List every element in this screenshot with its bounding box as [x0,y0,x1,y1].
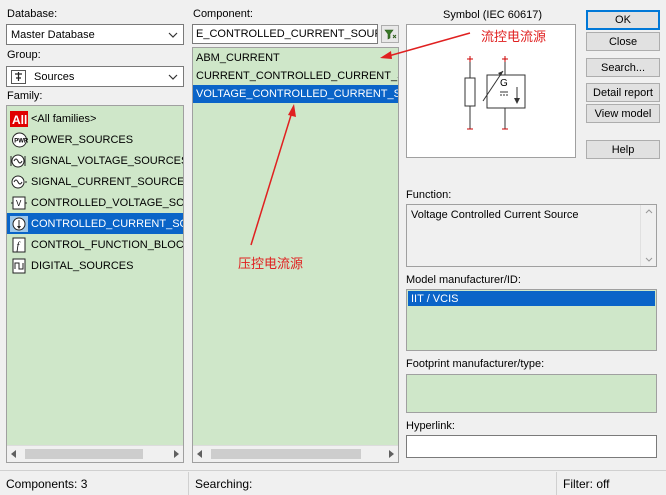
symbol-label: Symbol (IEC 60617) [443,9,543,21]
component-hscrollbar[interactable] [193,445,398,462]
family-item-label: SIGNAL_CURRENT_SOURCES [31,175,183,188]
all-families-icon: All [10,110,28,127]
status-searching: Searching: [195,476,253,491]
group-select[interactable]: Sources [6,66,184,87]
filter-icon [383,29,397,40]
footprint-label: Footprint manufacturer/type: [406,358,545,370]
status-filter: Filter: off [563,476,610,491]
scroll-right-icon [174,450,179,458]
model-label: Model manufacturer/ID: [406,274,521,286]
family-item[interactable]: PWR POWER_SOURCES [7,129,183,150]
function-value: Voltage Controlled Current Source [411,209,579,221]
scroll-left-icon [197,450,202,458]
function-box: Voltage Controlled Current Source [406,204,657,267]
view-model-button[interactable]: View model [586,104,660,123]
family-hscrollbar[interactable] [7,445,183,462]
controlled-current-icon [10,215,28,232]
chevron-down-icon [167,29,179,41]
family-item-label: CONTROL_FUNCTION_BLOCKS [31,238,183,251]
family-label: Family: [7,90,43,102]
family-item[interactable]: SIGNAL_CURRENT_SOURCES [7,171,183,192]
family-item-label: CONTROLLED_VOLTAGE_SOUR [31,196,183,209]
search-button[interactable]: Search... [586,58,660,77]
database-select[interactable]: Master Database [6,24,184,45]
scroll-left-icon [11,450,16,458]
component-item[interactable]: VOLTAGE_CONTROLLED_CURRENT_SOUR [193,85,398,103]
family-item[interactable]: V CONTROLLED_VOLTAGE_SOUR [7,192,183,213]
controlled-voltage-icon: V [10,194,28,211]
status-components: Components: 3 [6,476,88,491]
family-item[interactable]: All <All families> [7,108,183,129]
scroll-right-icon [389,450,394,458]
component-item[interactable]: CURRENT_CONTROLLED_CURRENT_SOU [193,67,398,85]
close-button[interactable]: Close [586,32,660,51]
digital-sources-icon [10,257,28,274]
detail-report-button[interactable]: Detail report [586,83,660,102]
ok-button[interactable]: OK [586,10,660,30]
family-item[interactable]: f CONTROL_FUNCTION_BLOCKS [7,234,183,255]
database-value: Master Database [11,28,95,41]
control-function-icon: f [10,236,28,253]
component-item[interactable]: ABM_CURRENT [193,49,398,67]
family-item[interactable]: SIGNAL_VOLTAGE_SOURCES [7,150,183,171]
database-label: Database: [7,8,58,20]
power-sources-icon: PWR [10,131,28,148]
family-item-label: CONTROLLED_CURRENT_SOU [31,217,183,230]
model-item[interactable]: IIT / VCIS [408,291,655,306]
annotation-current-controlled: 流控电流源 [481,29,547,44]
annotation-voltage-controlled: 压控电流源 [238,256,304,271]
signal-current-icon [10,173,28,190]
signal-voltage-icon [10,152,28,169]
hyperlink-field[interactable] [406,435,657,458]
family-item-label: <All families> [31,112,97,125]
help-button[interactable]: Help [586,140,660,159]
model-list[interactable]: IIT / VCIS [406,289,657,351]
family-item[interactable]: CONTROLLED_CURRENT_SOU [7,213,183,234]
svg-text:PWR: PWR [14,138,28,144]
component-label: Component: [193,8,253,20]
scroll-thumb[interactable] [211,449,361,459]
statusbar-divider [0,470,666,471]
group-label: Group: [7,49,41,61]
scroll-thumb[interactable] [25,449,143,459]
hyperlink-label: Hyperlink: [406,420,455,432]
family-item-label: POWER_SOURCES [31,133,134,146]
svg-text:All: All [12,113,27,127]
family-item-label: SIGNAL_VOLTAGE_SOURCES [31,154,183,167]
filter-button[interactable] [381,25,399,43]
component-search-input[interactable]: E_CONTROLLED_CURRENT_SOURCE [192,24,378,44]
chevron-down-icon [167,71,179,83]
function-vscrollbar[interactable] [640,205,656,266]
status-separator [556,472,557,495]
status-separator [188,472,189,495]
function-label: Function: [406,189,452,201]
vccs-symbol-icon: G [464,56,526,130]
family-item-label: DIGITAL_SOURCES [31,259,134,272]
family-item[interactable]: DIGITAL_SOURCES [7,255,183,276]
group-value: Sources [34,70,75,83]
symbol-glyph: G [500,78,508,89]
component-search-value: E_CONTROLLED_CURRENT_SOURCE [196,28,378,40]
footprint-list[interactable] [406,374,657,413]
sources-group-icon [11,69,26,84]
svg-text:V: V [16,199,22,208]
family-list[interactable]: All <All families> PWR POWER_SOURCES SIGNAL_… [6,105,184,463]
